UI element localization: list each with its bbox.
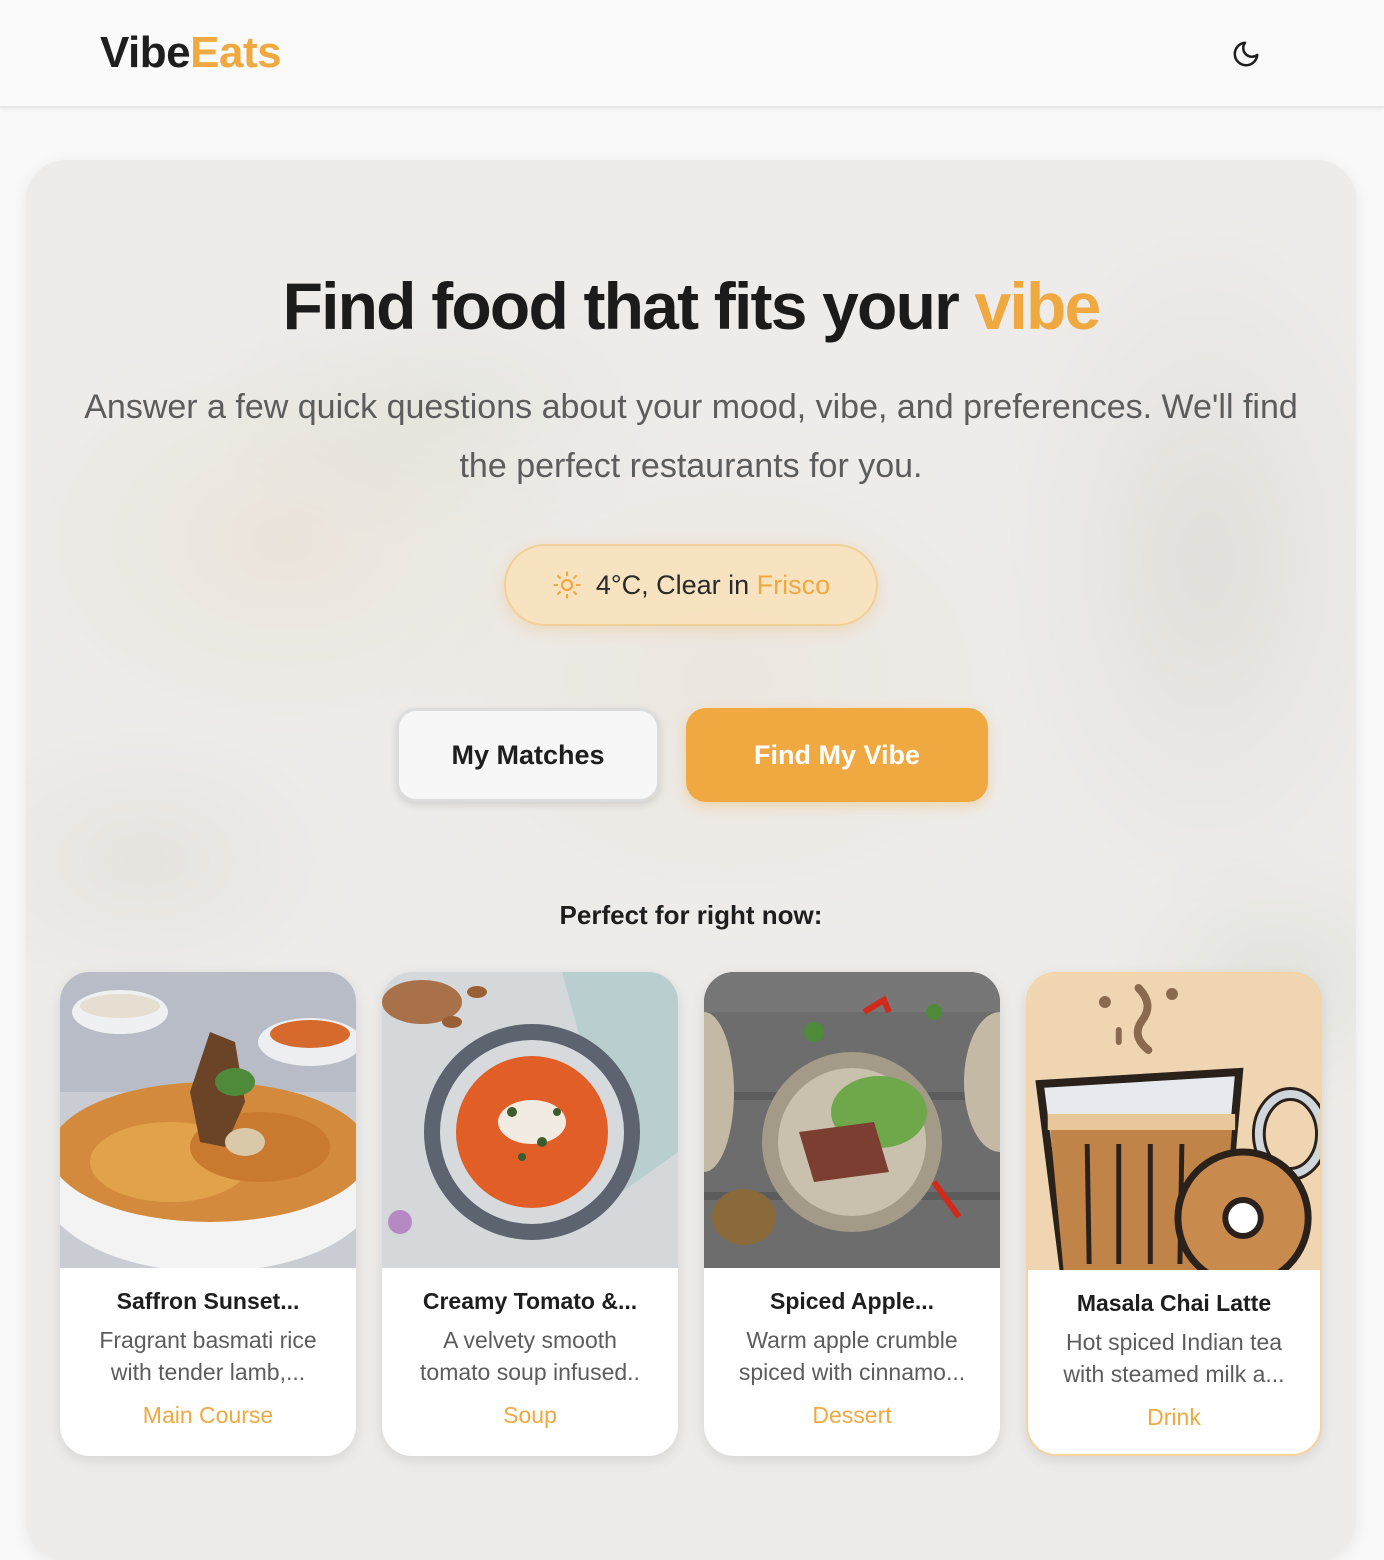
moon-icon	[1233, 41, 1259, 67]
weather-text: 4°C, Clear in Frisco	[596, 570, 830, 601]
card-title: Spiced Apple...	[769, 1288, 934, 1314]
food-image-masala-chai	[1028, 974, 1320, 1270]
food-image-tomato-soup	[382, 972, 678, 1268]
sun-icon	[553, 571, 581, 599]
card-title: Masala Chai Latte	[1076, 1290, 1272, 1316]
weather-condition: 4°C, Clear in	[595, 569, 757, 600]
headline-main: Find food that fits your	[282, 269, 975, 343]
card-description: A velvety smooth tomato soup infused..	[402, 1324, 658, 1388]
card-category: Drink	[1147, 1404, 1201, 1430]
hero-subtitle: Answer a few quick questions about your …	[84, 388, 1298, 485]
food-card-4[interactable]: Masala Chai Latte Hot spiced Indian tea …	[1026, 972, 1322, 1456]
headline-accent: vibe	[974, 269, 1102, 343]
top-nav: VibeEats	[0, 0, 1384, 108]
card-title: Creamy Tomato &...	[422, 1288, 638, 1314]
card-description: Fragrant basmati rice with tender lamb,.…	[80, 1324, 336, 1388]
logo-text-eats: Eats	[190, 28, 282, 77]
card-title: Saffron Sunset...	[116, 1288, 300, 1314]
card-category: Soup	[503, 1402, 557, 1428]
hero-card: Find food that fits your vibe Answer a f…	[26, 160, 1356, 1560]
card-description-line: A velvety smooth	[443, 1327, 617, 1353]
weather-badge: 4°C, Clear in Frisco	[504, 544, 878, 626]
food-card-1[interactable]: Saffron Sunset... Fragrant basmati rice …	[60, 972, 356, 1456]
theme-toggle-button[interactable]	[1226, 34, 1266, 74]
food-card-2[interactable]: Creamy Tomato &... A velvety smooth toma…	[382, 972, 678, 1456]
card-description-line: tomato soup infused..	[420, 1359, 640, 1385]
card-description: Warm apple crumble spiced with cinnamo..…	[724, 1324, 980, 1388]
logo-text-vibe: Vibe	[100, 28, 191, 77]
weather-city: Frisco	[756, 569, 831, 600]
card-description-line: with steamed milk a...	[1063, 1361, 1285, 1387]
find-my-vibe-button[interactable]: Find My Vibe	[686, 708, 988, 802]
hero-headline: Find food that fits your vibe	[26, 266, 1356, 346]
card-description-line: Warm apple crumble	[746, 1327, 958, 1353]
food-image-dessert	[704, 972, 1000, 1268]
card-category: Main Course	[142, 1402, 274, 1428]
card-category: Dessert	[812, 1402, 892, 1428]
brand-logo[interactable]: VibeEats	[100, 26, 282, 80]
food-image-biryani	[60, 972, 356, 1268]
recommendations-heading: Perfect for right now:	[559, 900, 823, 930]
my-matches-button[interactable]: My Matches	[396, 708, 660, 802]
card-description-line: Fragrant basmati rice	[99, 1327, 317, 1353]
card-description-line: spiced with cinnamo...	[738, 1359, 966, 1385]
card-description-line: with tender lamb,...	[110, 1359, 306, 1385]
food-card-3[interactable]: Spiced Apple... Warm apple crumble spice…	[704, 972, 1000, 1456]
card-description-line: Hot spiced Indian tea	[1065, 1329, 1283, 1355]
card-description: Hot spiced Indian tea with steamed milk …	[1048, 1326, 1300, 1390]
